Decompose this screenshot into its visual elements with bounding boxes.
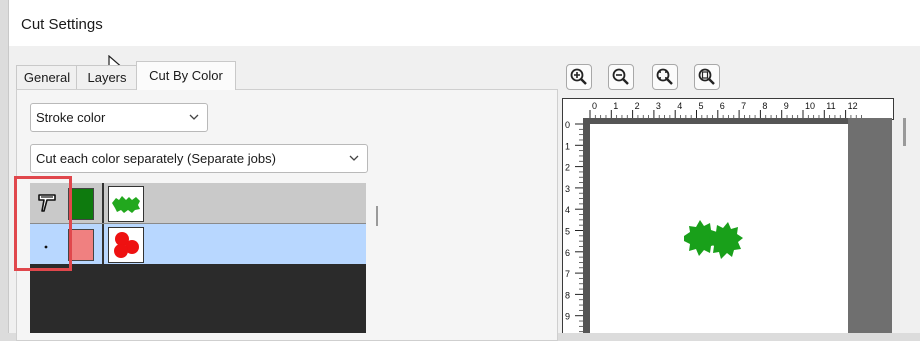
ruler-ticks-x: 0 1 2 3 4 5 6 7 8 9 10 11 12: [589, 101, 862, 119]
cut-mode-value: Cut each color separately (Separate jobs…: [36, 151, 276, 166]
layer-thumbnail-green: [108, 186, 144, 222]
ruler-label-x: 2: [635, 101, 640, 111]
ruler-label-y: 4: [565, 205, 570, 215]
title-bar: Cut Settings: [9, 0, 920, 46]
tab-cut-by-color[interactable]: Cut By Color: [136, 61, 236, 90]
ruler-label-x: 1: [613, 101, 618, 111]
green-holly-icon: [112, 196, 140, 213]
ruler-label-y: 9: [565, 312, 570, 322]
ruler-label-y: 0: [565, 120, 570, 130]
ruler-label-x: 4: [677, 101, 682, 111]
color-row-red[interactable]: [30, 224, 366, 264]
preview-margin: [848, 118, 892, 333]
ruler-label-x: 9: [784, 101, 789, 111]
layer-thumbnail-red: [108, 227, 144, 263]
ruler-label-y: 3: [565, 184, 570, 194]
ruler-label-x: 12: [848, 101, 858, 111]
ruler-label-x: 6: [720, 101, 725, 111]
highlight-box: [14, 176, 72, 271]
zoom-out-icon: [612, 68, 629, 85]
tab-layers[interactable]: Layers: [76, 65, 138, 89]
ruler-label-x: 10: [805, 101, 815, 111]
ruler-ticks-y: 0 1 2 3 4 5 6 7 8 9: [565, 120, 583, 333]
horizontal-ruler: 0 1 2 3 4 5 6 7 8 9 10 11 12: [562, 98, 894, 120]
color-row-green[interactable]: [30, 183, 366, 223]
zoom-page-button[interactable]: [694, 64, 720, 90]
ruler-label-y: 2: [565, 163, 570, 173]
window-title: Cut Settings: [21, 16, 103, 33]
color-type-value: Stroke color: [36, 110, 106, 125]
zoom-out-button[interactable]: [608, 64, 634, 90]
red-berries-icon: [114, 232, 139, 258]
tab-general[interactable]: General: [16, 65, 78, 89]
ruler-label-x: 0: [592, 101, 597, 111]
column-divider: [102, 183, 104, 223]
ruler-label-y: 5: [565, 227, 570, 237]
chevron-down-icon: [189, 114, 199, 120]
vertical-ruler: 0 1 2 3 4 5 6 7 8 9: [562, 118, 584, 333]
cut-mode-dropdown[interactable]: Cut each color separately (Separate jobs…: [30, 144, 368, 173]
ruler-label-y: 6: [565, 248, 570, 258]
zoom-in-button[interactable]: [566, 64, 592, 90]
vertical-scrollbar[interactable]: [903, 118, 906, 146]
zoom-fit-button[interactable]: [652, 64, 678, 90]
color-type-dropdown[interactable]: Stroke color: [30, 103, 208, 132]
ruler-label-y: 7: [565, 269, 570, 279]
zoom-in-icon: [570, 68, 587, 85]
ruler-label-x: 3: [656, 101, 661, 111]
holly-preview-icon: [684, 220, 743, 259]
splitter-handle[interactable]: [376, 206, 378, 226]
ruler-label-x: 5: [699, 101, 704, 111]
column-divider: [102, 224, 104, 264]
zoom-page-icon: [698, 68, 715, 85]
ruler-label-x: 8: [762, 101, 767, 111]
ruler-label-x: 7: [741, 101, 746, 111]
chevron-down-icon: [349, 155, 359, 161]
ruler-label-y: 8: [565, 290, 570, 300]
zoom-fit-icon: [656, 68, 673, 85]
ruler-label-y: 1: [565, 141, 570, 151]
color-list: [30, 183, 366, 333]
ruler-label-x: 11: [826, 101, 835, 111]
